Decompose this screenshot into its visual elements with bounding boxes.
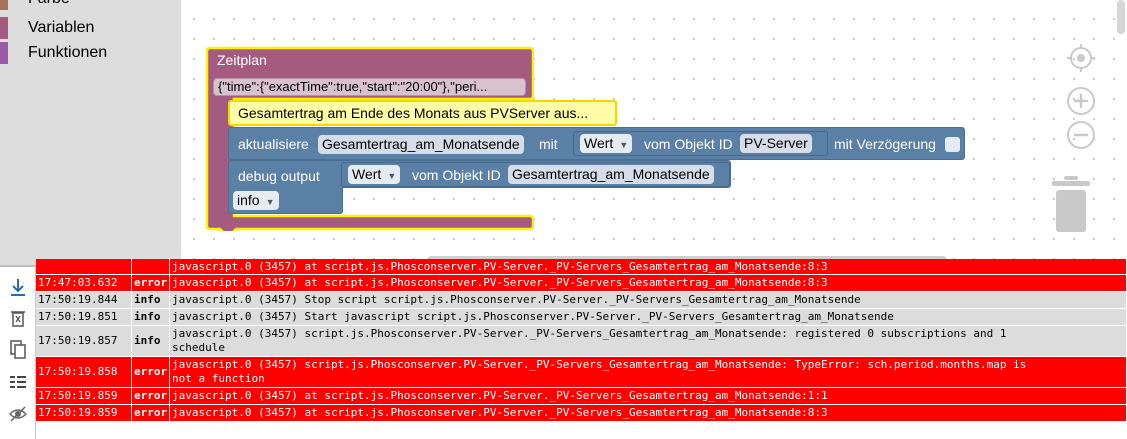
toolbox-item-label: Variablen — [28, 19, 95, 36]
log-timestamp: 17:50:19.851 — [36, 309, 132, 325]
log-timestamp: 17:47:03.632 — [36, 275, 132, 291]
log-severity: info — [132, 309, 170, 325]
get-value-block[interactable]: Wert ▼ vom Objekt ID PV-Server — [573, 131, 828, 156]
log-row: javascript.0 (3457) at script.js.Phoscon… — [36, 259, 1127, 275]
toolbox-item-label: Farbe — [28, 0, 70, 8]
log-timestamp: 17:50:19.844 — [36, 292, 132, 308]
comment-block[interactable]: Gesamtertrag am Ende des Monats aus PVSe… — [228, 100, 617, 126]
log-message: javascript.0 (3457) at script.js.Phoscon… — [170, 388, 1127, 404]
log-row: 17:50:19.844 info javascript.0 (3457) St… — [36, 292, 1127, 309]
delay-checkbox[interactable] — [945, 137, 960, 152]
level-dropdown-label: info — [237, 192, 260, 208]
toolbox-item-farbe[interactable]: Farbe — [0, 0, 70, 10]
chevron-down-icon: ▼ — [387, 171, 397, 181]
level-dropdown[interactable]: info ▼ — [233, 191, 279, 210]
log-message: javascript.0 (3457) script.js.Phosconser… — [170, 357, 1127, 387]
category-swatch — [0, 0, 8, 10]
log-severity: info — [132, 292, 170, 308]
object-id-field[interactable]: PV-Server — [740, 134, 812, 153]
log-severity: error — [132, 405, 170, 421]
log-row: 17:50:19.857 info javascript.0 (3457) sc… — [36, 326, 1127, 357]
log-timestamp — [36, 259, 132, 274]
log-severity: error — [132, 388, 170, 404]
from-object-label: vom Objekt ID — [412, 167, 501, 183]
zoom-in-icon[interactable] — [1066, 86, 1096, 116]
get-value-block[interactable]: Wert ▼ vom Objekt ID Gesamtertrag_am_Mona… — [341, 162, 730, 187]
log-message: javascript.0 (3457) at script.js.Phoscon… — [170, 259, 1127, 274]
chevron-down-icon: ▼ — [619, 140, 629, 150]
download-icon[interactable] — [8, 277, 28, 297]
log-row: 17:50:19.851 info javascript.0 (3457) St… — [36, 309, 1127, 326]
log-severity: info — [132, 326, 170, 356]
schedule-config-field[interactable]: {"time":{"exactTime":true,"start":"20:00… — [213, 78, 526, 96]
update-target-variable[interactable]: Gesamtertrag_am_Monatsende — [318, 135, 524, 154]
log-severity — [132, 259, 170, 274]
category-swatch — [0, 17, 8, 39]
delay-label: mit Verzögerung — [834, 136, 936, 152]
log-severity: error — [132, 357, 170, 387]
log-message: javascript.0 (3457) at script.js.Phoscon… — [170, 405, 1127, 421]
hide-icon[interactable] — [8, 404, 28, 424]
copy-icon[interactable] — [8, 339, 28, 359]
debug-block[interactable]: debug output Wert ▼ vom Objekt ID Gesamte… — [228, 160, 731, 188]
value-dropdown-label: Wert — [352, 166, 382, 182]
log-timestamp: 17:50:19.859 — [36, 388, 132, 404]
log-row: 17:47:03.632 error javascript.0 (3457) a… — [36, 275, 1127, 292]
recenter-icon[interactable] — [1066, 43, 1096, 73]
value-dropdown-label: Wert — [584, 135, 614, 151]
clear-log-icon[interactable] — [8, 308, 28, 328]
log-panel: javascript.0 (3457) at script.js.Phoscon… — [0, 259, 1127, 439]
update-mit-label: mit — [539, 136, 558, 152]
toolbox: Farbe Variablen Funktionen — [0, 0, 181, 265]
update-block[interactable]: aktualisiere Gesamtertrag_am_Monatsende … — [228, 127, 965, 160]
object-id-field[interactable]: Gesamtertrag_am_Monatsende — [508, 165, 714, 184]
toolbox-item-variablen[interactable]: Variablen — [0, 17, 94, 39]
chevron-down-icon: ▼ — [265, 197, 275, 207]
log-row: 17:50:19.859 error javascript.0 (3457) a… — [36, 388, 1127, 405]
log-table: javascript.0 (3457) at script.js.Phoscon… — [36, 259, 1127, 422]
value-dropdown[interactable]: Wert ▼ — [348, 165, 401, 184]
log-message: javascript.0 (3457) Stop script script.j… — [170, 292, 1127, 308]
log-timestamp: 17:50:19.858 — [36, 357, 132, 387]
update-label: aktualisiere — [238, 136, 309, 152]
toolbox-item-funktionen[interactable]: Funktionen — [0, 42, 107, 64]
vertical-scrollbar[interactable] — [1117, 0, 1125, 34]
schedule-title: Zeitplan — [217, 52, 267, 68]
log-message: javascript.0 (3457) at script.js.Phoscon… — [170, 275, 1127, 291]
toolbox-item-label: Funktionen — [28, 44, 108, 61]
log-severity: error — [132, 275, 170, 291]
blockly-editor: Farbe Variablen Funktionen Zeitplan {"ti… — [0, 0, 1127, 265]
debug-level-row: info ▼ — [228, 187, 343, 214]
log-message: javascript.0 (3457) Start javascript scr… — [170, 309, 1127, 325]
category-swatch — [0, 42, 8, 64]
log-timestamp: 17:50:19.859 — [36, 405, 132, 421]
log-message: javascript.0 (3457) script.js.Phosconser… — [170, 326, 1127, 356]
from-object-label: vom Objekt ID — [644, 136, 733, 152]
debug-label: debug output — [238, 168, 320, 184]
log-toolbar — [0, 267, 36, 439]
log-timestamp: 17:50:19.857 — [36, 326, 132, 356]
value-dropdown[interactable]: Wert ▼ — [580, 134, 633, 153]
zoom-out-icon[interactable] — [1066, 120, 1096, 150]
log-row: 17:50:19.859 error javascript.0 (3457) a… — [36, 405, 1127, 422]
log-row: 17:50:19.858 error javascript.0 (3457) s… — [36, 357, 1127, 388]
trash-icon[interactable] — [1051, 176, 1091, 234]
list-icon[interactable] — [8, 372, 28, 392]
